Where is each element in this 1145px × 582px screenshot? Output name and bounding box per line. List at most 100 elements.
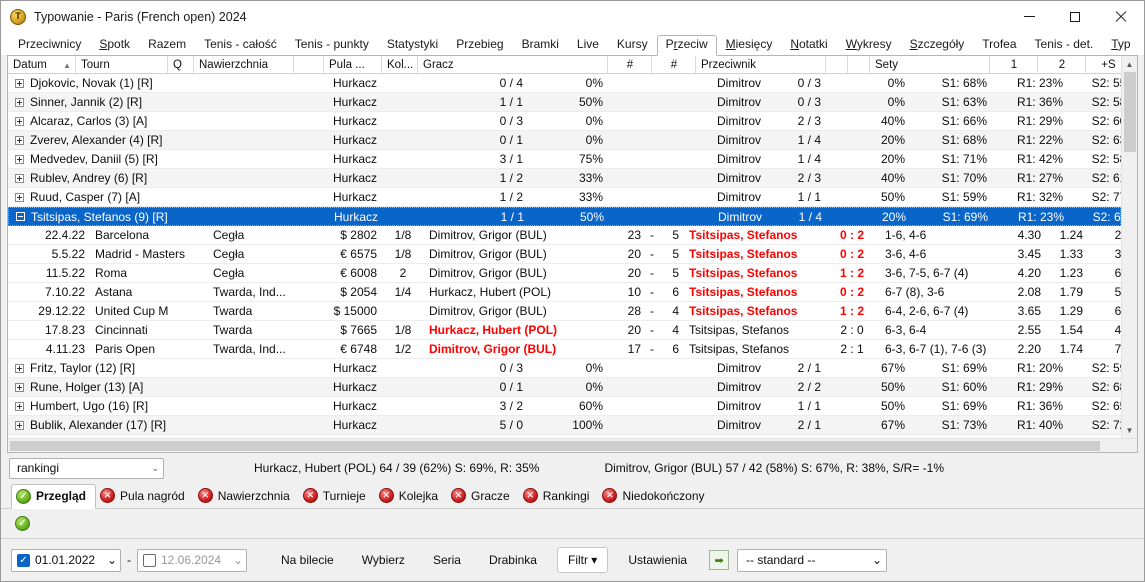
cancel-circle-icon[interactable] [198,488,213,503]
table-row[interactable]: 5.5.22Madrid - MastersCegła€ 65751/8Dimi… [8,245,1121,264]
table-row[interactable]: 22.4.22BarcelonaCegła$ 28021/8Dimitrov, … [8,226,1121,245]
grid-column-header[interactable]: # [608,56,652,73]
menu-item-przeciw[interactable]: Przeciw [657,35,717,56]
date-from-field[interactable]: 01.01.2022 ⌄ [11,549,121,572]
scroll-thumb[interactable] [1124,72,1136,152]
table-row[interactable]: Djokovic, Novak (1) [R]Hurkacz0 / 40%Dim… [8,74,1121,93]
filter-tab-przegl-d[interactable]: Przegląd [11,484,96,509]
filter-tab-pula-nagr-d[interactable]: Pula nagród [96,483,194,508]
scroll-down-icon[interactable]: ▼ [1122,422,1138,438]
toolbar-button-ustawienia[interactable]: Ustawienia [614,547,701,573]
preset-combo[interactable]: -- standard -- ⌄ [737,549,887,572]
table-row[interactable]: 11.5.22RomaCegła€ 60082Dimitrov, Grigor … [8,264,1121,283]
table-row[interactable]: Fritz, Taylor (12) [R]Hurkacz0 / 30%Dimi… [8,359,1121,378]
ranking-mode-combo[interactable]: rankingi ⌄ [9,458,164,479]
date-from-checkbox[interactable] [17,554,30,567]
table-row[interactable]: 4.11.23Paris OpenTwarda, Ind...€ 67481/2… [8,340,1121,359]
cancel-circle-icon[interactable] [602,488,617,503]
expand-row-icon[interactable] [15,98,24,107]
grid-column-header[interactable]: Sety [870,56,990,73]
table-row[interactable]: Ruud, Casper (7) [A]Hurkacz1 / 233%Dimit… [8,188,1121,207]
menu-item-miesi-cy[interactable]: Miesięcy [717,35,782,55]
expand-row-icon[interactable] [15,155,24,164]
player-name-cell[interactable]: Rune, Holger (13) [A] [8,380,294,394]
filter-tab-gracze[interactable]: Gracze [447,483,519,508]
expand-row-icon[interactable] [15,174,24,183]
menu-item-bramki[interactable]: Bramki [513,35,568,55]
grid-column-header[interactable]: Nawierzchnia [194,56,294,73]
filter-tab-rankingi[interactable]: Rankingi [519,483,599,508]
cancel-circle-icon[interactable] [451,488,466,503]
player-name-cell[interactable]: Djokovic, Novak (1) [R] [8,76,294,90]
menu-item-trofea[interactable]: Trofea [973,35,1025,55]
table-row[interactable]: Alcaraz, Carlos (3) [A]Hurkacz0 / 30%Dim… [8,112,1121,131]
date-to-checkbox[interactable] [143,554,156,567]
collapse-row-icon[interactable] [16,212,25,221]
maximize-button[interactable] [1052,1,1098,32]
grid-column-header[interactable]: 2 [1038,56,1086,73]
check-circle-icon[interactable] [16,489,31,504]
grid-column-header[interactable] [848,56,870,73]
player-name-cell[interactable]: Humbert, Ugo (16) [R] [8,399,294,413]
expand-row-icon[interactable] [15,136,24,145]
toolbar-button-drabinka[interactable]: Drabinka [475,547,551,573]
grid-column-header[interactable]: Gracz [418,56,608,73]
grid-column-header[interactable]: Datum▲ [8,56,76,73]
menu-item-szczeg-y[interactable]: Szczegóły [901,35,974,55]
grid-column-header[interactable]: Tourn [76,56,168,73]
table-row[interactable]: Zverev, Alexander (4) [R]Hurkacz0 / 10%D… [8,131,1121,150]
menu-item-przeciwnicy[interactable]: Przeciwnicy [9,35,90,55]
menu-item-typ[interactable]: Typ [1102,35,1139,55]
minimize-button[interactable] [1006,1,1052,32]
filter-tab-nawierzchnia[interactable]: Nawierzchnia [194,483,299,508]
menu-item-przebieg[interactable]: Przebieg [447,35,512,55]
player-name-cell[interactable]: Fritz, Taylor (12) [R] [8,361,294,375]
chevron-down-icon[interactable]: ⌄ [233,553,243,567]
horizontal-scrollbar[interactable] [8,438,1137,452]
grid-column-header[interactable]: Q [168,56,194,73]
cancel-circle-icon[interactable] [523,488,538,503]
grid-column-header[interactable]: Kol... [382,56,418,73]
filter-tab-kolejka[interactable]: Kolejka [375,483,447,508]
table-row[interactable]: Rune, Holger (13) [A]Hurkacz0 / 10%Dimit… [8,378,1121,397]
table-row[interactable]: 7.10.22AstanaTwarda, Ind...$ 20541/4Hurk… [8,283,1121,302]
table-row[interactable]: Humbert, Ugo (16) [R]Hurkacz3 / 260%Dimi… [8,397,1121,416]
toolbar-button-filtr[interactable]: Filtr ▾ [557,547,608,573]
check-circle-icon[interactable] [15,516,30,531]
menu-item-notatki[interactable]: Notatki [781,35,836,55]
table-row[interactable]: 29.12.22United Cup MTwarda$ 15000Dimitro… [8,302,1121,321]
hscroll-thumb[interactable] [10,441,1100,451]
toolbar-button-wybierz[interactable]: Wybierz [348,547,419,573]
scroll-track[interactable] [1122,72,1138,422]
table-row[interactable]: 17.8.23CincinnatiTwarda$ 76651/8Hurkacz,… [8,321,1121,340]
expand-row-icon[interactable] [15,364,24,373]
menu-item-tenis-punkty[interactable]: Tenis - punkty [286,35,378,55]
expand-row-icon[interactable] [15,193,24,202]
date-to-field[interactable]: 12.06.2024 ⌄ [137,549,247,572]
expand-row-icon[interactable] [15,79,24,88]
table-row[interactable]: Rublev, Andrey (6) [R]Hurkacz1 / 233%Dim… [8,169,1121,188]
menu-item-statystyki[interactable]: Statystyki [378,35,447,55]
player-name-cell[interactable]: Bublik, Alexander (17) [R] [8,418,294,432]
expand-row-icon[interactable] [15,402,24,411]
expand-row-icon[interactable] [15,421,24,430]
grid-column-header[interactable] [294,56,324,73]
close-button[interactable] [1098,1,1144,32]
table-row[interactable]: Medvedev, Daniil (5) [R]Hurkacz3 / 175%D… [8,150,1121,169]
player-name-cell[interactable]: Ruud, Casper (7) [A] [8,190,294,204]
vertical-scrollbar[interactable]: ▲ ▼ [1121,56,1137,438]
grid-column-header[interactable]: # [652,56,696,73]
player-name-cell[interactable]: Alcaraz, Carlos (3) [A] [8,114,294,128]
table-row[interactable]: Tsitsipas, Stefanos (9) [R]Hurkacz1 / 15… [8,207,1121,226]
cancel-circle-icon[interactable] [379,488,394,503]
toolbar-button-seria[interactable]: Seria [419,547,475,573]
menu-item-razem[interactable]: Razem [139,35,195,55]
grid-column-header[interactable]: Przeciwnik [696,56,826,73]
table-row[interactable]: Sinner, Jannik (2) [R]Hurkacz1 / 150%Dim… [8,93,1121,112]
expand-row-icon[interactable] [15,383,24,392]
grid-column-header[interactable]: 1 [990,56,1038,73]
grid-column-header[interactable] [826,56,848,73]
player-name-cell[interactable]: Sinner, Jannik (2) [R] [8,95,294,109]
menu-item-wykresy[interactable]: Wykresy [837,35,901,55]
chevron-down-icon[interactable]: ⌄ [107,553,117,567]
